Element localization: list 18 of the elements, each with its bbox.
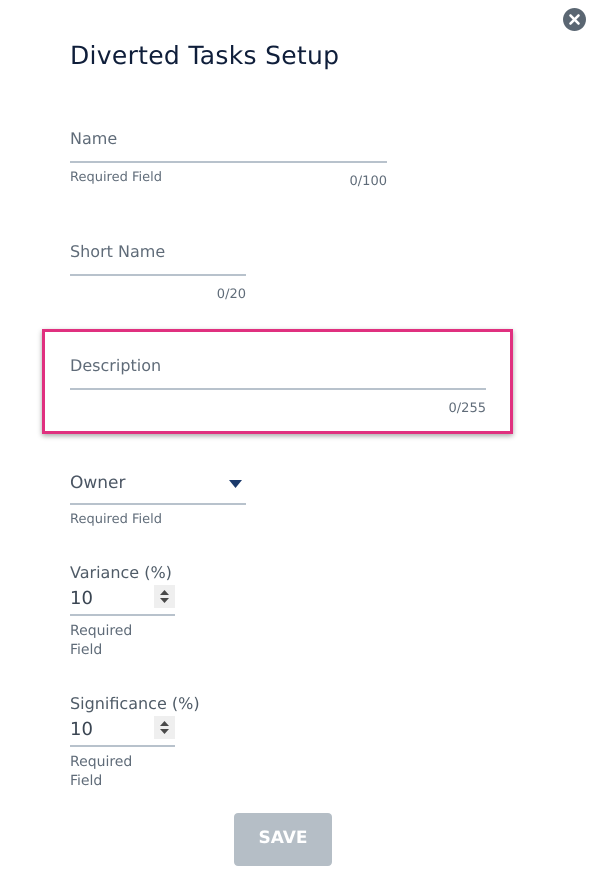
caret-icon	[229, 480, 242, 488]
character-counter: 0/100	[350, 173, 387, 190]
hint-text: Required Field	[70, 169, 162, 186]
field-label: Significance (%)	[70, 694, 201, 714]
spinner-icon	[154, 716, 175, 738]
text-field[interactable]: Name	[70, 127, 387, 163]
text-field[interactable]: Description	[70, 354, 486, 390]
dialog-title: Diverted Tasks Setup	[70, 40, 340, 72]
hint-text: Required Field	[70, 510, 162, 528]
character-counter: 0/255	[448, 400, 486, 417]
character-counter: 0/20	[216, 286, 246, 303]
text-field[interactable]: Short Name	[70, 240, 246, 276]
hint-text: Required Field	[70, 752, 134, 790]
spinner-icon	[154, 584, 175, 608]
hint-text: Required Field	[70, 622, 134, 660]
owner-dropdown[interactable]: Owner	[70, 471, 246, 504]
field-label: Variance (%)	[70, 562, 173, 582]
close-icon[interactable]	[563, 8, 586, 31]
